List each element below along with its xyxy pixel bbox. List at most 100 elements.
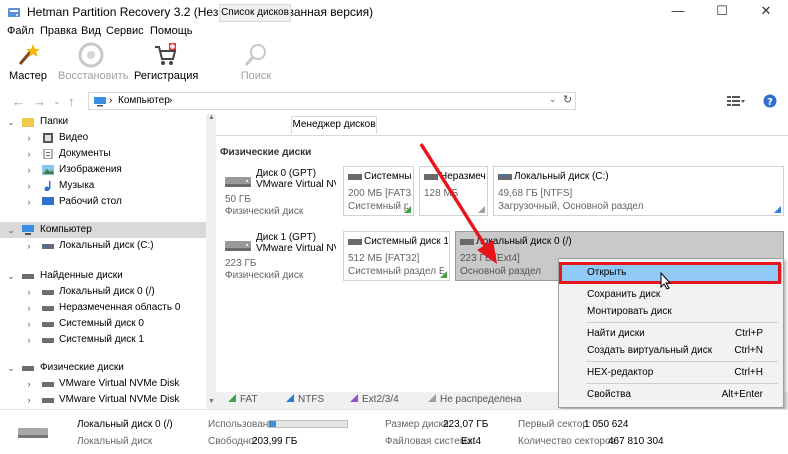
status-used-label: Использовано:: [208, 419, 277, 430]
menu-item-hex-editor[interactable]: HEX-редактор Ctrl+H: [559, 364, 781, 381]
forward-arrow-icon[interactable]: →: [33, 94, 46, 109]
menu-item-find-disks[interactable]: Найти диски Ctrl+P: [559, 325, 781, 342]
minimize-button[interactable]: —: [656, 0, 700, 24]
wizard-button[interactable]: Мастер: [6, 42, 50, 86]
tab-divider: [216, 135, 788, 136]
restore-icon: [78, 42, 104, 68]
tree-system1[interactable]: › Системный диск 1: [0, 332, 206, 348]
usage-bar: [268, 420, 348, 428]
status-count-label: Количество секторов:: [518, 436, 619, 447]
help-icon[interactable]: ?: [763, 94, 777, 108]
close-button[interactable]: ✕: [744, 0, 788, 24]
tree-music[interactable]: › Музыка: [0, 178, 206, 194]
back-arrow-icon[interactable]: ←: [12, 94, 25, 109]
menu-view[interactable]: Вид: [81, 25, 101, 37]
maximize-button[interactable]: ☐: [700, 0, 744, 24]
tree-system0[interactable]: › Системный диск 0: [0, 316, 206, 332]
address-separator-end: ›: [169, 95, 173, 106]
computer-icon: [22, 225, 34, 235]
menu-file[interactable]: Файл: [7, 25, 34, 37]
menu-item-properties[interactable]: Свойства Alt+Enter: [559, 386, 781, 403]
view-options-icon[interactable]: [727, 95, 745, 107]
tree-unalloc0[interactable]: › Неразмеченная область 0: [0, 300, 206, 316]
chevron-down-icon[interactable]: ⌄: [53, 96, 61, 107]
disk1-size: 223 ГБ: [225, 258, 257, 269]
video-icon: [43, 133, 53, 143]
section-title: Физические диски: [220, 147, 312, 158]
left-scrollbar[interactable]: ▲ ▼: [206, 114, 216, 409]
fat-corner-mark: [404, 206, 411, 213]
images-icon: [42, 165, 54, 175]
partition-card[interactable]: Системны 200 МБ [FAT32 Системный р: [343, 166, 414, 216]
partition-card[interactable]: Локальный диск (C:) 49,68 ГБ [NTFS] Загр…: [493, 166, 784, 216]
tree-local0[interactable]: › Локальный диск 0 (/): [0, 284, 206, 300]
menu-item-create-virtual[interactable]: Создать виртуальный диск Ctrl+N: [559, 342, 781, 359]
menu-edit[interactable]: Правка: [40, 25, 77, 37]
found-disks-icon: [22, 274, 34, 279]
documents-icon: [43, 149, 53, 159]
drive-icon: [42, 290, 54, 295]
tree-folders[interactable]: ⌄ Папки: [0, 114, 206, 130]
tree-found-disks[interactable]: ⌄ Найденные диски: [0, 268, 206, 284]
status-free-label: Свободно:: [208, 436, 257, 447]
disk0-size: 50 ГБ: [225, 194, 251, 205]
app-icon: [7, 5, 21, 19]
tab-disk-manager[interactable]: Менеджер дисков: [291, 116, 377, 134]
folder-icon: [22, 118, 34, 127]
selected-drive-icon: [18, 428, 48, 438]
folder-tree: ⌄ Папки › Видео › Документы › Изображени…: [0, 114, 207, 409]
tab-disk-list[interactable]: Список дисков: [219, 4, 291, 22]
cart-icon: [155, 43, 177, 65]
legend-ntfs: NTFS: [286, 394, 324, 405]
drive-icon: [42, 244, 54, 249]
tree-computer[interactable]: ⌄ Компьютер: [0, 222, 206, 238]
search-icon: [244, 44, 266, 66]
up-arrow-icon[interactable]: ↑: [68, 94, 75, 109]
search-button[interactable]: Поиск: [236, 42, 276, 86]
tree-video[interactable]: › Видео: [0, 130, 206, 146]
menu-separator: [586, 361, 778, 362]
menu-help[interactable]: Помощь: [150, 25, 193, 37]
tree-local-c[interactable]: › Локальный диск (C:): [0, 238, 206, 254]
disk-icon: [42, 382, 54, 387]
partition-icon: [348, 239, 362, 245]
legend-fat: FAT: [228, 394, 258, 405]
tree-documents[interactable]: › Документы: [0, 146, 206, 162]
status-first-value: 1 050 624: [584, 419, 629, 430]
dropdown-chevron-icon[interactable]: ⌄: [549, 94, 557, 105]
desktop-icon: [42, 197, 54, 205]
status-bar: Локальный диск 0 (/) Локальный диск Испо…: [0, 409, 788, 454]
disk1-type: Физический диск: [225, 270, 304, 281]
refresh-icon[interactable]: ↻: [563, 93, 572, 106]
address-path[interactable]: Компьютер: [118, 95, 170, 106]
menu-item-mount-disk[interactable]: Монтировать диск: [559, 303, 781, 320]
status-size-label: Размер диска:: [385, 419, 452, 430]
menu-separator: [586, 383, 778, 384]
tree-desktop[interactable]: › Рабочий стол: [0, 194, 206, 210]
legend-unalloc: Не распределена: [428, 394, 522, 405]
annotation-arrow-icon: [419, 143, 497, 264]
tree-physical[interactable]: ⌄ Физические диски: [0, 360, 206, 376]
menu-bar: Файл Правка Вид Сервис Помощь: [0, 24, 788, 40]
menu-service[interactable]: Сервис: [106, 25, 144, 37]
drive-icon: [42, 322, 54, 327]
address-row: ← → ⌄ ↑ › Компьютер › ⌄ ↻ ?: [0, 88, 788, 114]
wizard-icon: [18, 44, 40, 65]
drive-icon: [42, 306, 54, 311]
disk-icon: [42, 398, 54, 403]
usage-bar-fill: [269, 421, 277, 427]
disk0-model: VMware Virtual NVM: [256, 179, 336, 190]
tree-nvme1[interactable]: › VMware Virtual NVMe Disk: [0, 376, 206, 392]
restore-button[interactable]: Восстановить: [58, 42, 128, 86]
status-fs-value: Ext4: [461, 436, 482, 447]
tree-nvme2[interactable]: › VMware Virtual NVMe Disk: [0, 392, 206, 408]
computer-icon: [94, 97, 106, 107]
tree-images[interactable]: › Изображения: [0, 162, 206, 178]
register-button[interactable]: Регистрация: [134, 42, 198, 86]
legend-ext: Ext2/3/4: [350, 394, 399, 405]
fat-corner-mark: [440, 271, 447, 278]
toolbar: Мастер Восстановить Регистрация Поиск: [0, 40, 788, 88]
svg-text:?: ?: [767, 97, 773, 108]
status-drive-kind: Локальный диск: [77, 436, 153, 447]
address-bar[interactable]: › Компьютер › ⌄ ↻: [88, 92, 576, 110]
